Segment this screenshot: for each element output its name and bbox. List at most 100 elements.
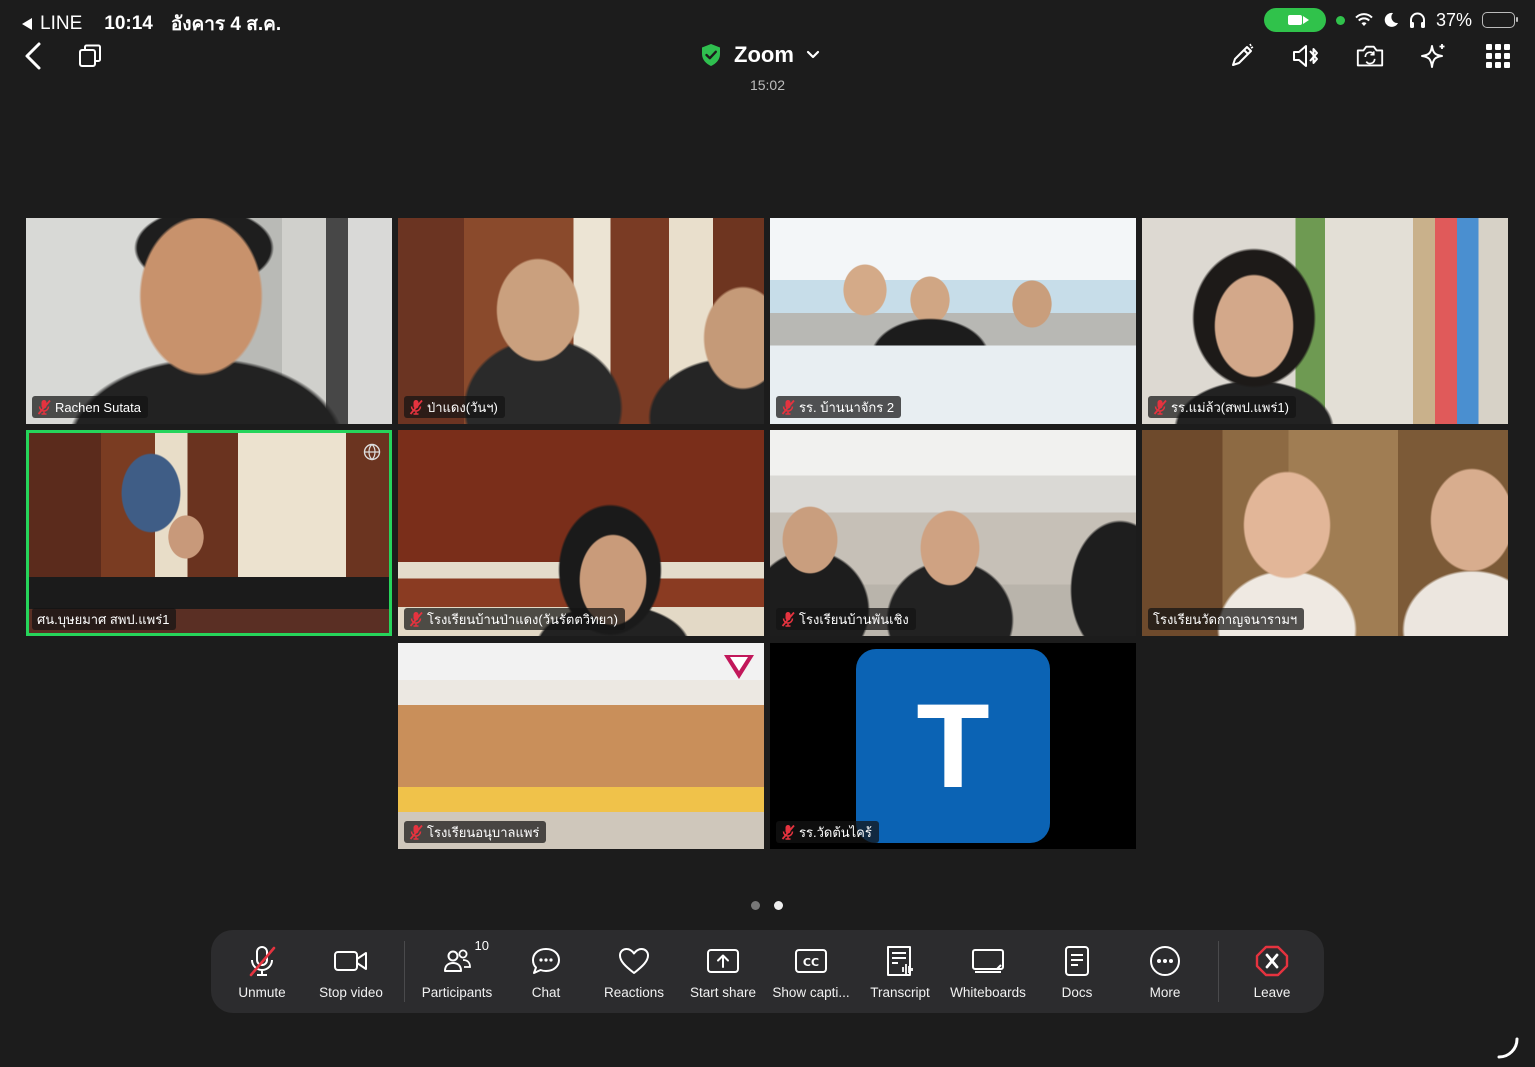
back-chevron-icon[interactable] <box>20 40 46 72</box>
video-feed <box>29 433 389 633</box>
battery-icon <box>1482 12 1518 28</box>
participant-tile[interactable]: รร.แม่ล้ว(สพป.แพร่1) <box>1142 218 1508 424</box>
back-app-label[interactable]: LINE <box>40 13 82 35</box>
wifi-icon <box>1355 13 1373 26</box>
transcript-label: Transcript <box>870 985 930 1000</box>
participant-name: โรงเรียนบ้านป่าแดง(วันรัตตวิทยา) <box>427 611 618 627</box>
avatar: T <box>856 649 1050 843</box>
globe-icon <box>363 443 381 461</box>
participant-name: รร.วัดต้นไคร้ <box>799 824 872 840</box>
chat-icon <box>526 944 566 978</box>
video-feed <box>26 218 392 424</box>
video-feed <box>770 430 1136 636</box>
participant-label: ศน.บุษยมาศ สพป.แพร่1 <box>32 608 177 630</box>
start-share-label: Start share <box>689 985 757 1000</box>
participants-button[interactable]: 10 Participants <box>413 930 501 1013</box>
camera-indicator-dot <box>1335 15 1345 25</box>
mic-muted-icon <box>409 399 423 415</box>
page-indicator[interactable] <box>751 901 783 910</box>
reactions-button[interactable]: Reactions <box>590 930 678 1013</box>
leave-button[interactable]: Leave <box>1228 930 1316 1013</box>
mic-muted-icon <box>409 824 423 840</box>
more-icon <box>1145 944 1185 978</box>
participant-name: รร. บ้านนาจักร 2 <box>799 399 895 415</box>
header-tools <box>1227 40 1513 72</box>
unmute-button[interactable]: Unmute <box>218 930 306 1013</box>
show-captions-button[interactable]: CC Show capti... <box>767 930 855 1013</box>
participant-tile[interactable]: T รร.วัดต้นไคร้ <box>770 643 1136 849</box>
battery-percent: 37% <box>1435 9 1472 30</box>
bluetooth-speaker-icon[interactable] <box>1291 40 1321 72</box>
pip-icon[interactable] <box>76 42 104 70</box>
participant-label: Rachen Sutata <box>32 396 149 418</box>
whiteboards-button[interactable]: Whiteboards <box>944 930 1032 1013</box>
back-to-app-icon[interactable] <box>22 18 32 30</box>
participant-label: โรงเรียนอนุบาลแพร่ <box>404 821 547 843</box>
participant-name: ศน.บุษยมาศ สพป.แพร่1 <box>37 611 170 627</box>
participant-label: รร.แม่ล้ว(สพป.แพร่1) <box>1148 396 1296 418</box>
participant-tile-active-speaker[interactable]: ศน.บุษยมาศ สพป.แพร่1 <box>26 430 392 636</box>
participant-tile[interactable]: โรงเรียนอนุบาลแพร่ <box>398 643 764 849</box>
more-button[interactable]: More <box>1121 930 1209 1013</box>
video-feed <box>770 218 1136 424</box>
reactions-label: Reactions <box>603 985 665 1000</box>
chevron-down-icon <box>806 50 819 59</box>
participant-tile[interactable]: โรงเรียนบ้านป่าแดง(วันรัตตวิทยา) <box>398 430 764 636</box>
page-dot[interactable] <box>751 901 760 910</box>
transcript-icon <box>880 944 920 978</box>
sparkle-icon[interactable] <box>1419 40 1449 72</box>
ios-status-bar: LINE 10:14 อังคาร 4 ส.ค. 37% <box>0 0 1535 40</box>
video-feed <box>398 430 764 636</box>
mic-muted-icon <box>781 611 795 627</box>
status-time: 10:14 <box>104 13 153 34</box>
svg-text:CC: CC <box>803 956 819 969</box>
whiteboard-icon <box>968 944 1008 978</box>
whiteboards-label: Whiteboards <box>950 985 1026 1000</box>
meeting-title-dropdown[interactable]: Zoom <box>700 42 820 68</box>
pen-icon[interactable] <box>1227 40 1257 72</box>
participant-tile[interactable]: โรงเรียนวัดกาญจนารามฯ <box>1142 430 1508 636</box>
shield-check-icon <box>702 44 720 66</box>
camera-flip-icon[interactable] <box>1355 40 1385 72</box>
status-date: อังคาร 4 ส.ค. <box>170 14 282 35</box>
avatar-letter: T <box>916 679 990 813</box>
moon-icon <box>1384 12 1398 27</box>
toolbar-divider <box>404 941 405 1002</box>
closed-captions-icon: CC <box>791 944 831 978</box>
docs-button[interactable]: Docs <box>1033 930 1121 1013</box>
participant-name: Rachen Sutata <box>55 399 142 415</box>
participant-label: โรงเรียนบ้านป่าแดง(วันรัตตวิทยา) <box>404 608 625 630</box>
leave-icon <box>1252 944 1292 978</box>
chat-button[interactable]: Chat <box>502 930 590 1013</box>
participant-tile[interactable]: ป่าแดง(วันฯ) <box>398 218 764 424</box>
meeting-toolbar: Unmute Stop video 10 Participants Chat R… <box>211 930 1324 1013</box>
mic-muted-icon <box>781 824 795 840</box>
docs-label: Docs <box>1061 985 1093 1000</box>
participant-label: ป่าแดง(วันฯ) <box>404 396 505 418</box>
grid-icon[interactable] <box>1483 40 1513 72</box>
transcript-button[interactable]: Transcript <box>856 930 944 1013</box>
meeting-timer: 15:02 <box>749 77 786 93</box>
participant-label: รร.วัดต้นไคร้ <box>776 821 879 843</box>
meeting-title: Zoom <box>734 42 794 67</box>
start-share-button[interactable]: Start share <box>679 930 767 1013</box>
participant-tile[interactable]: Rachen Sutata <box>26 218 392 424</box>
mic-muted-icon <box>781 399 795 415</box>
participant-name: โรงเรียนบ้านพันเชิง <box>799 611 909 627</box>
video-feed <box>1142 218 1508 424</box>
camera-in-use-icon <box>1263 8 1326 32</box>
show-captions-label: Show capti... <box>772 985 850 1000</box>
more-label: More <box>1149 985 1181 1000</box>
page-dot-current[interactable] <box>774 901 783 910</box>
stop-video-button[interactable]: Stop video <box>307 930 395 1013</box>
video-feed <box>398 218 764 424</box>
share-screen-icon <box>703 944 743 978</box>
participant-name: ป่าแดง(วันฯ) <box>427 399 498 415</box>
leave-label: Leave <box>1253 985 1291 1000</box>
mic-muted-icon <box>1153 399 1167 415</box>
resize-handle-icon[interactable] <box>1497 1037 1519 1059</box>
participant-tile[interactable]: โรงเรียนบ้านพันเชิง <box>770 430 1136 636</box>
participant-name: โรงเรียนวัดกาญจนารามฯ <box>1153 611 1298 627</box>
participant-tile[interactable]: รร. บ้านนาจักร 2 <box>770 218 1136 424</box>
status-left: LINE 10:14 อังคาร 4 ส.ค. <box>22 9 281 39</box>
